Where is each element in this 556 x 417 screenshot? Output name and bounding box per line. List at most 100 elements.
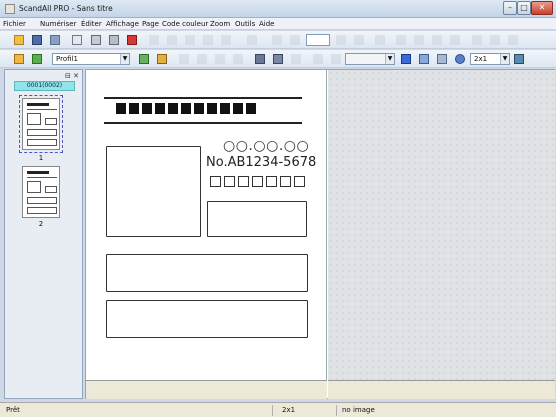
image-viewer: ○○.○○.○○ No.AB1234-5678: [85, 69, 555, 399]
chevron-down-icon: ▼: [120, 54, 129, 64]
scan-settings-icon[interactable]: [30, 52, 44, 66]
title-bar: ScandAll PRO - Sans titre – □ ✕: [0, 0, 556, 18]
save-icon[interactable]: [30, 33, 44, 47]
document-rule: [104, 97, 302, 99]
app-icon: [5, 4, 15, 14]
last-page-icon[interactable]: [352, 33, 366, 47]
scan-insert-icon[interactable]: [231, 52, 245, 66]
status-image-info: no image: [342, 406, 375, 414]
thumbnail-panel: ⊟ ✕ 0001(0002) 1 2: [4, 69, 83, 399]
menu-bar: Fichier Numériser Éditer Affichage Page …: [0, 18, 556, 30]
document-rule: [104, 122, 302, 124]
rotate-left-icon[interactable]: [394, 33, 408, 47]
barcode-square: [207, 103, 217, 114]
digit-box: [266, 176, 277, 187]
scan-page-icon[interactable]: [195, 52, 209, 66]
barcode-square: [155, 103, 165, 114]
chevron-down-icon: ▼: [385, 54, 394, 64]
menu-aide[interactable]: Aide: [259, 20, 274, 28]
scan-replace-icon[interactable]: [213, 52, 227, 66]
zoom-select-value: 2x1: [474, 55, 488, 63]
status-bar: Prêt 2x1 no image: [0, 402, 556, 417]
batch-label[interactable]: 0001(0002): [14, 81, 75, 91]
prev-page-icon[interactable]: [288, 33, 302, 47]
thumb-barcode: [27, 171, 49, 174]
menu-fichier[interactable]: Fichier: [3, 20, 26, 28]
select-tool-icon[interactable]: [311, 52, 325, 66]
open-folder-icon[interactable]: [12, 33, 26, 47]
digit-box: [252, 176, 263, 187]
thumbnail-view-icon[interactable]: [512, 52, 526, 66]
status-zoom: 2x1: [282, 406, 296, 414]
layout-icon[interactable]: [271, 52, 285, 66]
fax-icon[interactable]: [107, 33, 121, 47]
address-box: [106, 254, 308, 292]
page-thumbnail-1[interactable]: [19, 95, 63, 153]
barcode-square: [246, 103, 256, 114]
digit-box: [238, 176, 249, 187]
maximize-button[interactable]: □: [517, 1, 531, 15]
save-as-icon[interactable]: [48, 33, 62, 47]
scanned-page[interactable]: ○○.○○.○○ No.AB1234-5678: [86, 70, 327, 380]
page-info-panel: [86, 380, 327, 399]
scan-toolbar: Profil1 ▼ ▼ 2x1 ▼: [0, 50, 556, 68]
batch-scan-icon[interactable]: [177, 52, 191, 66]
document-number: No.AB1234-5678: [206, 155, 317, 170]
redo-icon[interactable]: [219, 33, 233, 47]
menu-affichage[interactable]: Affichage: [106, 20, 139, 28]
page-icon[interactable]: [245, 33, 259, 47]
menu-code-couleur[interactable]: Code couleur: [162, 20, 208, 28]
menu-outils[interactable]: Outils: [235, 20, 255, 28]
rotate-right-icon[interactable]: [412, 33, 426, 47]
menu-editer[interactable]: Éditer: [81, 20, 102, 28]
scan-to-folder-icon[interactable]: [155, 52, 169, 66]
zoom-select[interactable]: 2x1 ▼: [470, 53, 510, 65]
fit-height-icon[interactable]: [399, 52, 413, 66]
delete-page-icon[interactable]: [125, 33, 139, 47]
first-page-icon[interactable]: [270, 33, 284, 47]
insert-page-icon[interactable]: [373, 33, 387, 47]
empty-viewer-area: [328, 70, 555, 380]
grid-view-icon[interactable]: [289, 52, 303, 66]
menu-zoom[interactable]: Zoom: [210, 20, 230, 28]
signature-box: [207, 201, 307, 237]
crop-icon[interactable]: [506, 33, 520, 47]
rotate-180-icon[interactable]: [430, 33, 444, 47]
copy-icon[interactable]: [165, 33, 179, 47]
document-icon[interactable]: [70, 33, 84, 47]
thumb-barcode: [27, 103, 49, 106]
undo-icon[interactable]: [201, 33, 215, 47]
magnifier-icon[interactable]: [453, 52, 467, 66]
zoom-percent-select[interactable]: ▼: [345, 53, 395, 65]
profile-select-value: Profil1: [56, 55, 78, 63]
cut-icon[interactable]: [147, 33, 161, 47]
close-button[interactable]: ✕: [531, 1, 553, 15]
scanner-icon[interactable]: [12, 52, 26, 66]
print-icon[interactable]: [89, 33, 103, 47]
hand-tool-icon[interactable]: [329, 52, 343, 66]
fit-page-icon[interactable]: [435, 52, 449, 66]
barcode-square: [233, 103, 243, 114]
barcode-square: [168, 103, 178, 114]
barcode-square: [142, 103, 152, 114]
digit-box: [224, 176, 235, 187]
minimize-button[interactable]: –: [503, 1, 517, 15]
view-mode-icon[interactable]: [253, 52, 267, 66]
flip-icon[interactable]: [448, 33, 462, 47]
paste-icon[interactable]: [183, 33, 197, 47]
scan-to-file-icon[interactable]: [137, 52, 151, 66]
panel-close-icon[interactable]: ⊟ ✕: [65, 72, 79, 80]
next-page-icon[interactable]: [334, 33, 348, 47]
split-icon[interactable]: [488, 33, 502, 47]
merge-icon[interactable]: [470, 33, 484, 47]
document-date: ○○.○○.○○: [223, 138, 310, 154]
profile-select[interactable]: Profil1 ▼: [52, 53, 130, 65]
barcode-square: [116, 103, 126, 114]
menu-page[interactable]: Page: [142, 20, 159, 28]
chevron-down-icon: ▼: [500, 54, 509, 64]
page-number-field[interactable]: [306, 34, 330, 46]
page-thumbnail-2[interactable]: [22, 166, 60, 218]
digit-box: [280, 176, 291, 187]
menu-numeriser[interactable]: Numériser: [40, 20, 76, 28]
fit-width-icon[interactable]: [417, 52, 431, 66]
